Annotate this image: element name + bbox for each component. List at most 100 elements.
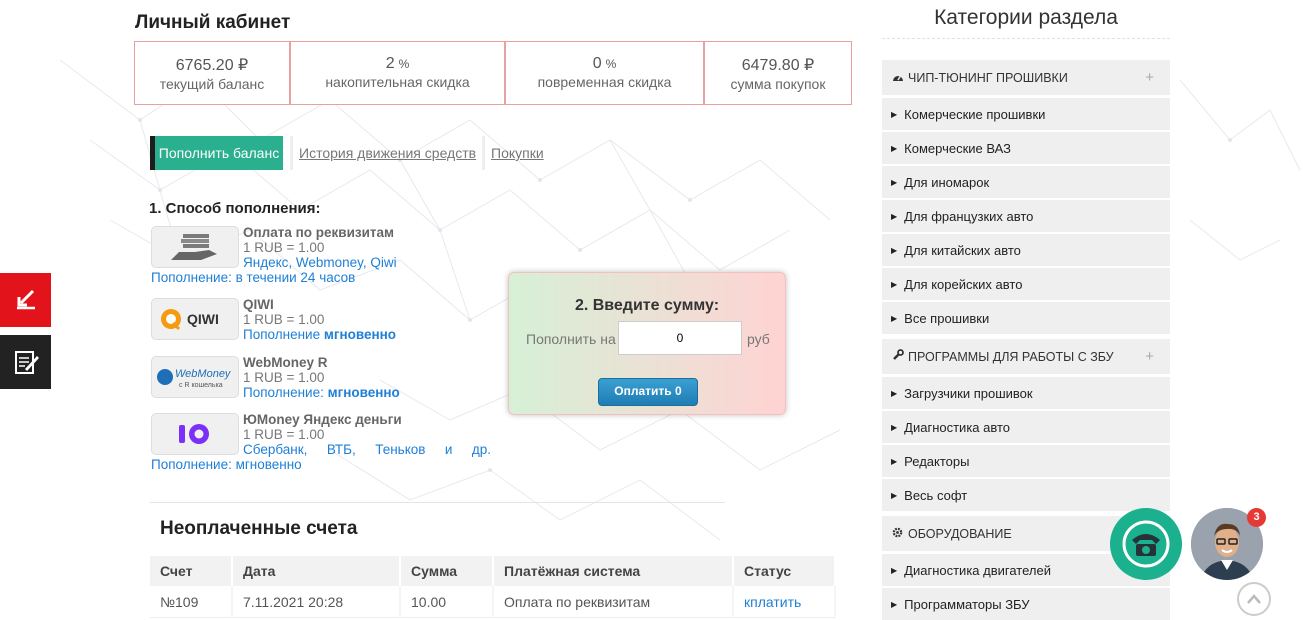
payment-method-bank[interactable] [151,226,239,268]
ruble-sign: ₽ [238,57,249,74]
speedometer-icon [892,71,908,85]
chevron-right-icon: ▶ [891,599,898,609]
method-info: Яндекс, Webmoney, Qiwi [243,255,397,270]
chevron-right-icon: ▶ [891,313,898,323]
tab-transaction-history[interactable]: История движения средств [290,136,476,170]
sidebar-item-all-firmware[interactable]: ▶ Все прошивки [882,301,1170,334]
method-timing: Пополнение: в течении 24 часов [151,270,356,285]
chevron-right-icon: ▶ [891,456,898,466]
sidebar-item-label: Загрузчики прошивок [904,385,1033,401]
sidebar-item-car-diagnostics[interactable]: ▶ Диагностика авто [882,410,1170,443]
column-header: Платёжная система [493,556,734,586]
sidebar-group-chip-tuning[interactable]: ЧИП-ТЮНИНГ ПРОШИВКИ + [882,60,1170,95]
sidebar-item-all-software[interactable]: ▶ Весь софт [882,478,1170,511]
sidebar-item-firmware-loaders[interactable]: ▶ Загрузчики прошивок [882,376,1170,409]
sidebar-item-label: Диагностика двигателей [904,562,1051,578]
sidebar-group-ecu-programs[interactable]: ПРОГРАММЫ ДЛЯ РАБОТЫ С ЗБУ + [882,339,1170,374]
yoomoney-logo [179,424,209,444]
chevron-right-icon: ▶ [891,109,898,119]
tab-purchases[interactable]: Покупки [482,136,544,170]
sidebar-item-chinese-cars[interactable]: ▶ Для китайских авто [882,233,1170,266]
amount-title: 2. Введите сумму: [574,297,720,314]
invoice-number: №109 [150,586,233,618]
chevron-right-icon: ▶ [891,279,898,289]
stat-value: 6479.80 [741,57,800,74]
amount-label: Пополнить на [526,331,616,347]
method-name: ЮMoney Яндекс деньги [243,412,402,427]
stat-value: 6765.20 [175,57,234,74]
sidebar-item-commercial-vaz[interactable]: ▶ Комерческие ВАЗ [882,131,1170,164]
wrench-icon [892,349,908,364]
amount-unit: руб [747,331,770,347]
callback-phone-button[interactable] [1110,508,1182,580]
chevron-right-icon: ▶ [891,245,898,255]
stat-purchases-total: 6479.80 ₽ сумма покупок [704,41,852,105]
sidebar-item-label: Все прошивки [904,310,990,326]
bank-hand-icon [171,234,217,260]
payment-method-webmoney[interactable]: WebMoney с R кошелька [151,356,239,398]
column-header: Статус [733,556,836,586]
sidebar-item-korean-cars[interactable]: ▶ Для корейских авто [882,267,1170,300]
percent-sign: % [398,57,410,71]
chevron-right-icon: ▶ [891,211,898,221]
percent-sign: % [605,57,617,71]
sidebar-item-commercial-firmware[interactable]: ▶ Комерческие прошивки [882,97,1170,130]
webmoney-logo-text: WebMoney [175,368,232,380]
invoice-pay-link[interactable]: кплатить [733,586,836,618]
method-rate: 1 RUB = 1.00 [243,240,325,255]
stat-label: сумма покупок [730,76,826,92]
payment-method-webmoney-details: WebMoney R 1 RUB = 1.00 Пополнение: мгно… [243,355,400,400]
side-tab-notes[interactable] [0,335,51,389]
method-rate: 1 RUB = 1.00 [243,312,325,327]
payment-method-title: 1. Способ пополнения: [149,200,321,217]
sidebar-item-label: Для корейских авто [904,276,1023,292]
sidebar-item-label: Для китайских авто [904,242,1021,258]
scroll-to-top-button[interactable] [1237,582,1271,616]
expand-plus-icon[interactable]: + [1145,69,1154,86]
side-tab-download[interactable] [0,273,51,327]
ruble-sign: ₽ [804,57,815,74]
sidebar-title: Категории раздела [882,6,1170,39]
page-title: Личный кабинет [135,12,291,33]
payment-method-yoomoney-details: ЮMoney Яндекс деньги 1 RUB = 1.00 Сберба… [243,412,491,457]
stat-value: 0 [592,55,602,72]
table-row: №109 7.11.2021 20:28 10.00 Оплата по рек… [150,586,836,618]
chevron-right-icon: ▶ [891,143,898,153]
method-timing-bold: мгновенно [323,327,397,342]
method-timing-prefix: Пополнение [243,327,321,342]
payment-method-qiwi[interactable]: QIWI [151,298,239,340]
stat-cumulative-discount: 2% накопительная скидка [290,41,505,105]
method-timing-bold: мгновенно [327,385,400,400]
invoice-amount: 10.00 [400,586,494,618]
unpaid-invoices-title: Неоплаченные счета [160,518,358,539]
stat-label: повременная скидка [537,74,672,90]
tab-top-up-balance[interactable]: Пополнить баланс [150,136,283,170]
method-rate: 1 RUB = 1.00 [243,427,325,442]
amount-input[interactable] [618,321,742,355]
qiwi-logo-text: QIWI [187,311,219,327]
stat-value: 2 [385,55,395,72]
method-name: Оплата по реквизитам [243,225,394,240]
sidebar-item-ecu-programmers[interactable]: ▶ Программаторы ЗБУ [882,587,1170,620]
expand-plus-icon[interactable]: + [1145,348,1154,365]
table-header-row: Счет Дата Сумма Платёжная система Статус [150,556,836,586]
payment-method-bank-details: Оплата по реквизитам 1 RUB = 1.00 Яндекс… [243,225,397,270]
unpaid-invoices-table: Счет Дата Сумма Платёжная система Статус… [150,556,836,618]
method-name: QIWI [243,297,274,312]
sidebar-item-french-cars[interactable]: ▶ Для французких авто [882,199,1170,232]
invoice-date: 7.11.2021 20:28 [232,586,401,618]
sidebar-group-label: ЧИП-ТЮНИНГ ПРОШИВКИ [908,70,1068,85]
payment-method-yoomoney[interactable] [151,413,239,455]
column-header: Дата [232,556,401,586]
notification-badge: 3 [1247,508,1266,527]
webmoney-logo-subtext: с R кошелька [179,382,223,389]
sidebar-item-label: Для французких авто [904,208,1034,224]
chevron-right-icon: ▶ [891,565,898,575]
invoice-payment-system: Оплата по реквизитам [493,586,734,618]
pay-button[interactable]: Оплатить 0 [598,378,698,406]
method-info: Сбербанк, ВТБ, Теньков и др. [243,442,491,457]
sidebar-item-foreign-cars[interactable]: ▶ Для иномарок [882,165,1170,198]
chevron-right-icon: ▶ [891,177,898,187]
sidebar-item-label: Весь софт [904,487,968,503]
sidebar-item-editors[interactable]: ▶ Редакторы [882,444,1170,477]
